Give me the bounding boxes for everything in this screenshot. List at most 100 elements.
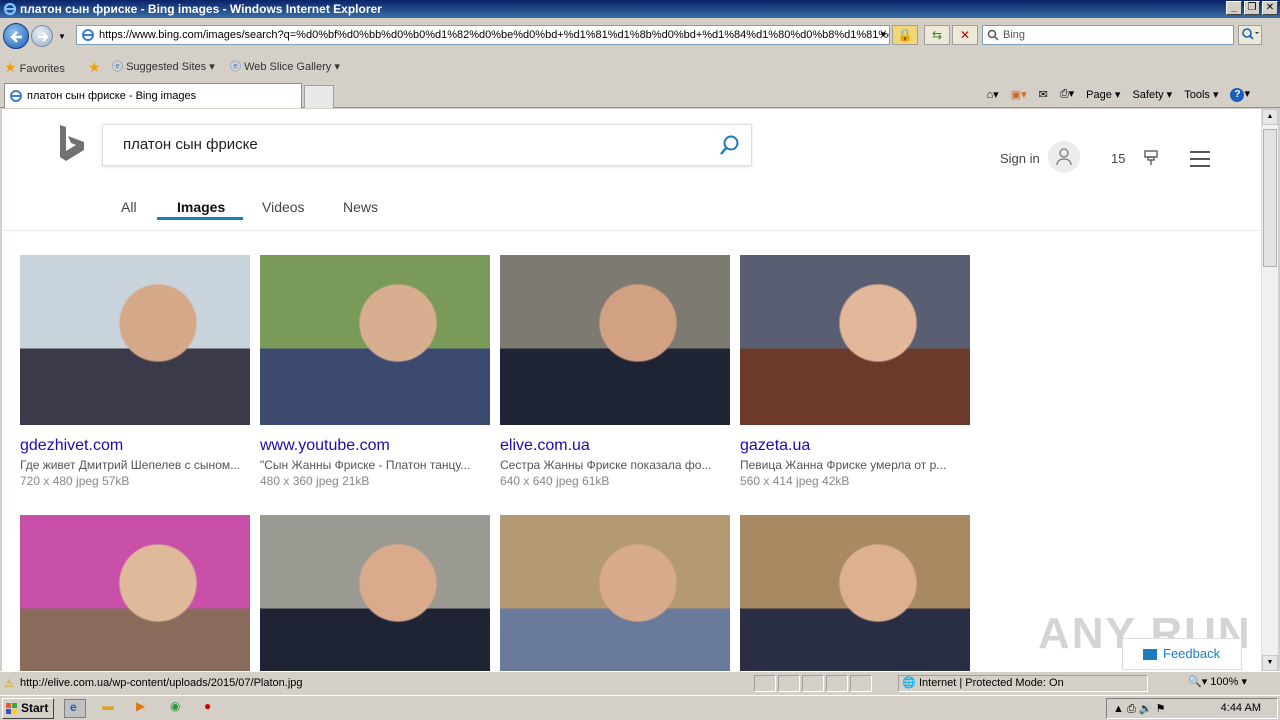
- status-panel: [778, 675, 800, 692]
- rewards-count[interactable]: 15: [1111, 151, 1125, 166]
- vertical-scrollbar[interactable]: ▲ ▼: [1261, 109, 1278, 671]
- address-toolbar: ▼ https://www.bing.com/images/search?q=%…: [0, 18, 1280, 54]
- active-tab-indicator: [157, 217, 243, 220]
- refresh-button[interactable]: ⇆: [924, 25, 950, 45]
- help-menu[interactable]: ? ▾: [1230, 87, 1250, 102]
- page-icon: [82, 29, 94, 41]
- tab-videos[interactable]: Videos: [262, 199, 305, 215]
- scope-tabs: All Images Videos News: [2, 197, 1261, 231]
- recent-pages-dropdown[interactable]: ▼: [58, 32, 66, 41]
- command-bar: ⌂▾ ▣▾ ✉ ⎙▾ Page ▾ Safety ▾ Tools ▾ ? ▾: [987, 85, 1250, 103]
- back-arrow-icon: [10, 31, 22, 43]
- result-thumbnail[interactable]: [260, 515, 490, 671]
- avatar[interactable]: [1048, 141, 1080, 173]
- ie-page-icon: ⓔ: [112, 61, 123, 73]
- feedback-button[interactable]: Feedback: [1122, 638, 1242, 670]
- ie-page-icon: ⓔ: [230, 61, 241, 73]
- chrome-taskbar-icon[interactable]: ◉: [170, 699, 192, 718]
- scrollbar-thumb[interactable]: [1263, 129, 1277, 267]
- result-source[interactable]: gdezhivet.com: [20, 437, 123, 455]
- help-icon: ?: [1230, 87, 1245, 102]
- tray-icons[interactable]: ▲ ⎙ 🔊 ⚑: [1113, 702, 1165, 716]
- tab-label: платон сын фриске - Bing images: [27, 90, 197, 102]
- tools-menu[interactable]: Tools ▾: [1184, 88, 1218, 101]
- result-thumbnail[interactable]: [20, 515, 250, 671]
- windows-flag-icon: [6, 703, 17, 714]
- browser-search-input[interactable]: Bing: [982, 25, 1234, 45]
- zoom-icon: 🔍▾: [1188, 676, 1211, 688]
- print-icon[interactable]: ⎙▾: [1060, 87, 1074, 101]
- web-slice-gallery-label: Web Slice Gallery ▾: [244, 61, 340, 73]
- result-title[interactable]: Сестра Жанны Фриске показала фо...: [500, 458, 730, 472]
- suggested-sites-link[interactable]: ⓔ Suggested Sites ▾: [112, 59, 215, 75]
- ie-taskbar-icon[interactable]: e: [64, 699, 86, 718]
- address-field[interactable]: https://www.bing.com/images/search?q=%d0…: [76, 25, 890, 45]
- result-thumbnail[interactable]: [740, 255, 970, 425]
- lock-icon[interactable]: 🔒: [892, 25, 918, 45]
- search-placeholder: Bing: [1003, 29, 1026, 41]
- feedback-label: Feedback: [1163, 646, 1221, 661]
- search-icon: [987, 29, 999, 41]
- result-title[interactable]: "Сын Жанны Фриске - Платон танцу...: [260, 458, 490, 472]
- result-thumbnail[interactable]: [260, 255, 490, 425]
- home-icon[interactable]: ⌂▾: [987, 88, 999, 101]
- maximize-button[interactable]: ❐: [1244, 1, 1260, 15]
- tab-news[interactable]: News: [343, 199, 378, 215]
- status-url: http://elive.com.ua/wp-content/uploads/2…: [20, 677, 303, 689]
- trophy-icon[interactable]: [1142, 149, 1160, 167]
- star-icon: ★: [4, 59, 17, 75]
- back-button[interactable]: [3, 23, 29, 49]
- minimize-button[interactable]: _: [1226, 1, 1242, 15]
- explorer-taskbar-icon[interactable]: ▬: [102, 699, 124, 718]
- window-title-bar[interactable]: платон сын фриске - Bing images - Window…: [0, 0, 1280, 18]
- warning-app-taskbar-icon[interactable]: ●: [204, 699, 226, 718]
- globe-icon: 🌐: [902, 677, 916, 689]
- favorites-button[interactable]: ★ Favorites: [4, 59, 65, 75]
- close-window-button[interactable]: ✕: [1262, 1, 1278, 15]
- result-thumbnail[interactable]: [500, 255, 730, 425]
- feeds-icon[interactable]: ▣▾: [1011, 88, 1027, 101]
- help-dropdown: ▾: [1244, 87, 1250, 100]
- safety-menu[interactable]: Safety ▾: [1132, 88, 1172, 101]
- search-go-button[interactable]: [1238, 25, 1262, 45]
- menu-icon[interactable]: [1190, 151, 1210, 172]
- result-meta: 480 x 360 jpeg 21kB: [260, 474, 370, 488]
- result-meta: 560 x 414 jpeg 42kB: [740, 474, 850, 488]
- tab-bing-images[interactable]: платон сын фриске - Bing images: [4, 83, 302, 108]
- web-page: платон сын фриске Sign in 15 All Images …: [2, 109, 1261, 671]
- new-tab-button[interactable]: [304, 85, 334, 108]
- forward-arrow-icon: [38, 32, 49, 42]
- suggested-sites-label: Suggested Sites ▾: [126, 61, 215, 73]
- result-thumbnail[interactable]: [20, 255, 250, 425]
- tab-all[interactable]: All: [121, 199, 137, 215]
- result-source[interactable]: www.youtube.com: [260, 437, 390, 455]
- sign-in-link[interactable]: Sign in: [1000, 151, 1040, 166]
- stop-button[interactable]: ✕: [952, 25, 978, 45]
- forward-button[interactable]: [31, 25, 53, 47]
- result-thumbnail[interactable]: [500, 515, 730, 671]
- address-dropdown-icon[interactable]: ▼: [879, 26, 887, 44]
- page-menu[interactable]: Page ▾: [1086, 88, 1120, 101]
- tab-images[interactable]: Images: [177, 199, 225, 215]
- result-title[interactable]: Где живет Дмитрий Шепелев с сыном...: [20, 458, 250, 472]
- bing-logo[interactable]: [58, 125, 86, 161]
- result-title[interactable]: Певица Жанна Фриске умерла от р...: [740, 458, 970, 472]
- start-button[interactable]: Start: [2, 698, 54, 719]
- result-thumbnail[interactable]: [740, 515, 970, 671]
- media-player-taskbar-icon[interactable]: ▶: [136, 699, 158, 718]
- web-slice-gallery-link[interactable]: ⓔ Web Slice Gallery ▾: [230, 59, 340, 75]
- add-favorites-icon[interactable]: ★: [88, 59, 101, 75]
- security-zone[interactable]: 🌐 Internet | Protected Mode: On: [898, 675, 1148, 692]
- search-icon[interactable]: [719, 134, 741, 156]
- bing-search-box[interactable]: платон сын фриске: [102, 124, 752, 166]
- zone-label: Internet | Protected Mode: On: [919, 677, 1064, 689]
- zoom-control[interactable]: 🔍▾ 100% ▾: [1188, 675, 1266, 692]
- mail-icon[interactable]: ✉: [1039, 88, 1048, 101]
- result-source[interactable]: elive.com.ua: [500, 437, 590, 455]
- user-icon: [1056, 148, 1072, 166]
- scroll-up-button[interactable]: ▲: [1262, 109, 1278, 125]
- window-title: платон сын фриске - Bing images - Window…: [20, 2, 382, 16]
- scroll-down-button[interactable]: ▼: [1262, 655, 1278, 671]
- result-source[interactable]: gazeta.ua: [740, 437, 810, 455]
- bing-search-query: платон сын фриске: [123, 136, 258, 153]
